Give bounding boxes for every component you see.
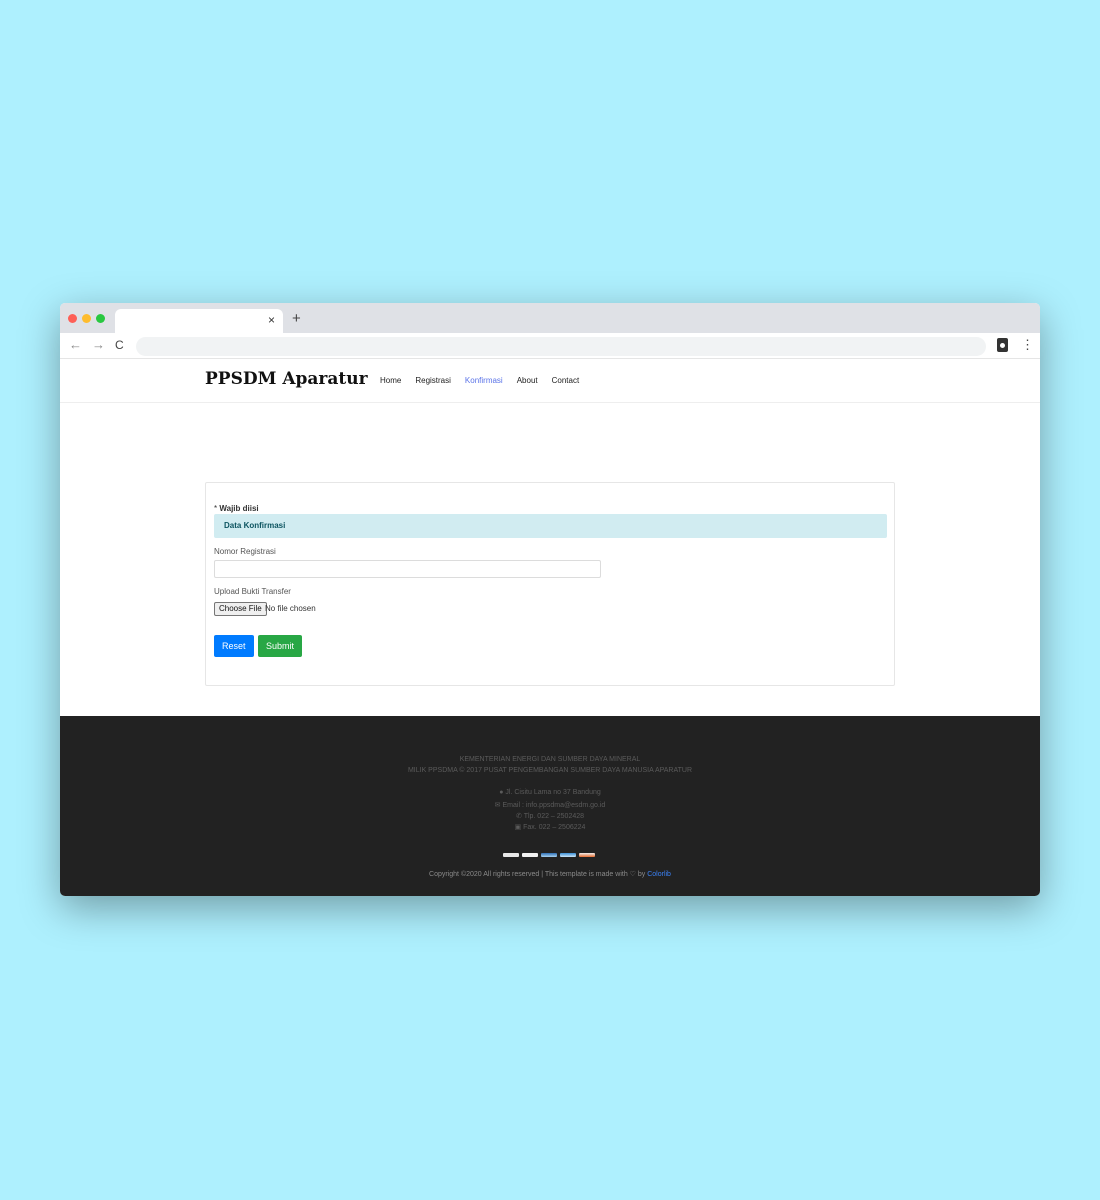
submit-button[interactable]: Submit bbox=[258, 635, 303, 657]
footer-phone-text: Tlp. 022 – 2502428 bbox=[523, 813, 585, 820]
section-header: Data Konfirmasi bbox=[214, 514, 887, 538]
footer-fax: ▣ Fax. 022 – 2506224 bbox=[60, 823, 1040, 831]
upload-label: Upload Bukti Transfer bbox=[214, 587, 291, 596]
phone-icon: ✆ bbox=[515, 813, 522, 820]
tab-bar: × + bbox=[60, 303, 1040, 333]
plus-icon[interactable]: + bbox=[292, 310, 301, 327]
main-content: * Wajib diisi Data Konfirmasi Nomor Regi… bbox=[60, 403, 1040, 716]
kebab-menu-icon[interactable]: ⋮ bbox=[1021, 337, 1034, 353]
amex-card-icon bbox=[560, 853, 576, 857]
browser-tab[interactable]: × bbox=[115, 309, 283, 333]
reset-button[interactable]: Reset bbox=[214, 635, 254, 657]
arrow-left-icon[interactable]: ← bbox=[69, 337, 82, 352]
map-marker-icon: ● bbox=[499, 789, 504, 796]
confirmation-form: * Wajib diisi Data Konfirmasi Nomor Regi… bbox=[205, 482, 895, 686]
reload-icon[interactable]: C bbox=[115, 338, 124, 352]
site-brand[interactable]: PPSDM Aparatur bbox=[205, 369, 368, 389]
arrow-right-icon[interactable]: → bbox=[92, 337, 105, 352]
footer-ministry: KEMENTERIAN ENERGI DAN SUMBER DAYA MINER… bbox=[459, 756, 641, 763]
mastercard-icon bbox=[522, 853, 538, 857]
footer-address-text: Jl. Cisitu Lama no 37 Bandung bbox=[505, 789, 601, 796]
nav-item-home[interactable]: Home bbox=[380, 376, 401, 385]
clipboard-user-icon[interactable] bbox=[997, 338, 1008, 352]
footer-email-text: Email : info.ppsdma@esdm.go.id bbox=[502, 802, 606, 809]
required-text: Wajib diisi bbox=[219, 504, 259, 513]
nav-item-registrasi[interactable]: Registrasi bbox=[415, 376, 451, 385]
footer-email: ✉ Email : info.ppsdma@esdm.go.id bbox=[60, 801, 1040, 809]
colorlib-link[interactable]: Colorlib bbox=[647, 871, 671, 878]
maximize-window-button[interactable] bbox=[96, 314, 105, 323]
address-bar[interactable] bbox=[136, 337, 986, 356]
main-nav: Home Registrasi Konfirmasi About Contact bbox=[380, 376, 579, 385]
registration-input[interactable] bbox=[214, 560, 601, 578]
file-status: No file chosen bbox=[265, 604, 316, 613]
section-title: Data Konfirmasi bbox=[224, 521, 286, 530]
nav-item-about[interactable]: About bbox=[517, 376, 538, 385]
browser-window: × + ← → C ⋮ PPSDM Aparatur Home Registra… bbox=[60, 303, 1040, 896]
browser-toolbar: ← → C ⋮ bbox=[60, 333, 1040, 359]
visa-card-icon bbox=[503, 853, 519, 857]
discover-card-icon bbox=[579, 853, 595, 857]
envelope-icon: ✉ bbox=[494, 802, 501, 809]
site-footer: KEMENTERIAN ENERGI DAN SUMBER DAYA MINER… bbox=[60, 716, 1040, 896]
footer-address: ● Jl. Cisitu Lama no 37 Bandung bbox=[60, 789, 1040, 796]
minimize-window-button[interactable] bbox=[82, 314, 91, 323]
required-star: * bbox=[214, 504, 218, 513]
footer-phone: ✆ Tlp. 022 – 2502428 bbox=[60, 812, 1040, 820]
footer-copyright: Copyright ©2020 All rights reserved | Th… bbox=[60, 870, 1040, 878]
footer-fax-text: Fax. 022 – 2506224 bbox=[523, 824, 586, 831]
nav-item-contact[interactable]: Contact bbox=[552, 376, 580, 385]
close-window-button[interactable] bbox=[68, 314, 77, 323]
copyright-text: Copyright ©2020 All rights reserved | Th… bbox=[429, 871, 646, 878]
footer-ownership: MILIK PPSDMA © 2017 PUSAT PENGEMBANGAN S… bbox=[407, 767, 693, 774]
site-header: PPSDM Aparatur Home Registrasi Konfirmas… bbox=[60, 359, 1040, 403]
close-icon[interactable]: × bbox=[268, 313, 275, 327]
payment-icons bbox=[503, 853, 595, 857]
choose-file-button[interactable]: Choose File bbox=[214, 602, 267, 616]
nav-item-konfirmasi[interactable]: Konfirmasi bbox=[465, 376, 503, 385]
required-note: * Wajib diisi bbox=[214, 504, 259, 513]
registration-label: Nomor Registrasi bbox=[214, 547, 276, 556]
fax-icon: ▣ bbox=[514, 824, 522, 831]
paypal-icon bbox=[541, 853, 557, 857]
